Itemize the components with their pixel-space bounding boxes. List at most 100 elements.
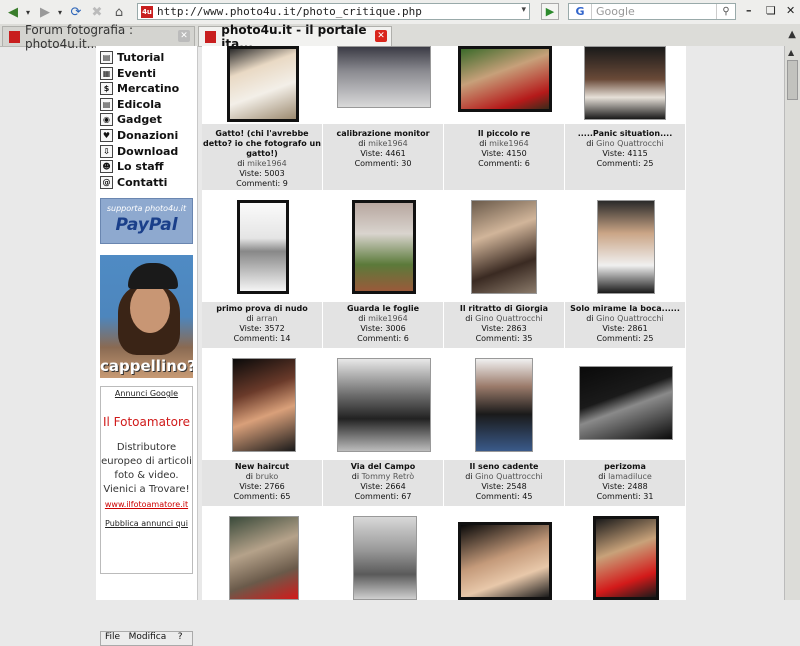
back-history-dropdown-icon[interactable]: ▾ [24,4,32,20]
views-label: Viste: [481,482,504,491]
photo-author[interactable]: Gino Quattrocchi [596,314,664,323]
photo-thumbnail[interactable] [458,46,552,112]
photo-thumbnail[interactable] [353,516,417,600]
photo-thumbnail[interactable] [584,46,666,120]
tab-forum[interactable]: Forum fotografia : photo4u.it... ✕ [2,23,195,51]
photo-comments: 25 [643,334,654,343]
photo-title[interactable]: Gatto! (chi l'avrebbe detto? io che foto… [202,129,322,159]
photo-views: 2548 [506,482,527,491]
ad-link[interactable]: www.ilfotoamatore.it [101,500,192,509]
publish-ads-link[interactable]: Pubblica annunci qui [101,519,192,528]
restore-icon[interactable]: ❏ [766,4,776,17]
nav-item-8[interactable]: @ Contatti [100,175,167,190]
comments-label: Commenti: [475,492,520,501]
photo-title[interactable]: Il ritratto di Giorgia [444,304,564,314]
photo-title[interactable]: Via del Campo [323,462,443,472]
photo-thumbnail[interactable] [475,358,533,452]
by-label: di [465,314,473,323]
tab-close-icon[interactable]: ✕ [178,30,190,42]
photo-cell: New haircut di bruko Viste: 2766 Commenti: … [202,348,322,506]
photo-title[interactable]: Guarda le foglie [323,304,443,314]
menu-file[interactable]: File [105,632,120,642]
back-arrow-icon[interactable]: ◀ [4,4,22,20]
photo-thumbnail[interactable] [579,366,673,440]
photo-title[interactable]: Il piccolo re [444,129,564,139]
search-magnifier-icon[interactable]: ⚲ [716,4,735,19]
tab-close-icon[interactable]: ✕ [375,30,387,42]
photo-title[interactable]: New haircut [202,462,322,472]
photo-thumbnail[interactable] [352,200,416,294]
photo-author[interactable]: arran [256,314,277,323]
photo-author[interactable]: Tommy Retrò [362,472,415,481]
photo-thumbnail[interactable] [232,358,296,452]
photo-author[interactable]: mike1964 [368,139,408,148]
photo-thumbnail[interactable] [337,358,431,452]
menu-edit[interactable]: Modifica [129,632,167,642]
photo-author[interactable]: mike1964 [368,314,408,323]
nav-item-3[interactable]: ▤ Edicola [100,97,161,112]
tab-scroll-up-icon[interactable]: ▲ [788,29,796,40]
photo-title[interactable]: perizoma [565,462,685,472]
cappellino-promo-banner[interactable]: cappellino? [100,255,193,378]
photo-thumbnail[interactable] [458,522,552,600]
menu-help[interactable]: ? [178,632,183,642]
photo-author[interactable]: Gino Quattrocchi [475,472,543,481]
photo-author[interactable]: Gino Quattrocchi [596,139,664,148]
photo-author[interactable]: mike1964 [247,159,287,168]
photo-thumbnail[interactable] [597,200,655,294]
at-icon: @ [100,175,113,189]
search-box[interactable]: G Google ⚲ [568,3,736,20]
ads-header[interactable]: Annunci Google [101,389,192,398]
nav-item-4[interactable]: ◉ Gadget [100,112,162,127]
photo-title[interactable]: primo prova di nudo [202,304,322,314]
nav-item-1[interactable]: ▦ Eventi [100,66,156,81]
photo-thumbnail[interactable] [229,516,299,600]
reload-icon[interactable]: ⟳ [68,4,84,20]
photo-title[interactable]: Il seno cadente [444,462,564,472]
scroll-up-icon[interactable]: ▲ [788,48,794,57]
photo-author[interactable]: bruko [256,472,279,481]
forward-arrow-icon[interactable]: ▶ [36,4,54,20]
stop-icon[interactable]: ✖ [89,4,105,20]
paypal-donate-banner[interactable]: supporta photo4u.it PayPal [100,198,193,244]
nav-item-6[interactable]: ⇩ Download [100,144,178,159]
search-engine-icon[interactable]: G [569,4,592,19]
nav-item-label: Eventi [117,66,157,80]
search-placeholder: Google [596,5,635,18]
photo-thumbnail[interactable] [227,46,299,122]
minimize-icon[interactable]: – [746,4,752,17]
photo-title[interactable]: Solo mirame la boca...... [565,304,685,314]
photo-author[interactable]: lamadiluce [608,472,652,481]
dollar-icon: $ [100,82,113,96]
scrollbar-thumb[interactable] [787,60,798,100]
url-bar[interactable]: 4u http://www.photo4u.it/photo_critique.… [137,3,530,20]
nav-item-7[interactable]: ☻ Lo staff [100,159,164,174]
photo-author[interactable]: mike1964 [489,139,529,148]
photo-thumbnail[interactable] [471,200,537,294]
right-margin [686,46,784,600]
nav-item-0[interactable]: ▤ Tutorial [100,50,164,65]
nav-item-label: Lo staff [117,160,164,174]
forward-history-dropdown-icon[interactable]: ▾ [56,4,64,20]
views-label: Viste: [239,324,262,333]
thumbnail-area [565,348,685,460]
promo-face [130,283,170,333]
go-button[interactable]: ▶ [541,3,559,20]
close-window-icon[interactable]: ✕ [786,4,795,17]
photo-thumbnail[interactable] [593,516,659,600]
url-dropdown-icon[interactable]: ▾ [521,5,526,15]
nav-item-2[interactable]: $ Mercatino [100,81,179,96]
ad-title[interactable]: Il Fotoamatore [101,412,192,433]
thumbnail-area [565,46,685,124]
photo-author[interactable]: Gino Quattrocchi [475,314,543,323]
photo-thumbnail[interactable] [237,200,289,294]
thumbnail-area [202,190,322,302]
photo-caption: Solo mirame la boca...... di Gino Quattro… [565,302,685,348]
photo-title[interactable]: .....Panic situation.... [565,129,685,139]
nav-item-5[interactable]: ♥ Donazioni [100,128,178,143]
vertical-scrollbar[interactable]: ▲ [784,46,800,600]
home-icon[interactable]: ⌂ [111,4,127,20]
photo-title[interactable]: calibrazione monitor [323,129,443,139]
photo-thumbnail[interactable] [337,46,431,108]
tab-portal[interactable]: photo4u.it - il portale ita... ✕ [198,23,392,51]
